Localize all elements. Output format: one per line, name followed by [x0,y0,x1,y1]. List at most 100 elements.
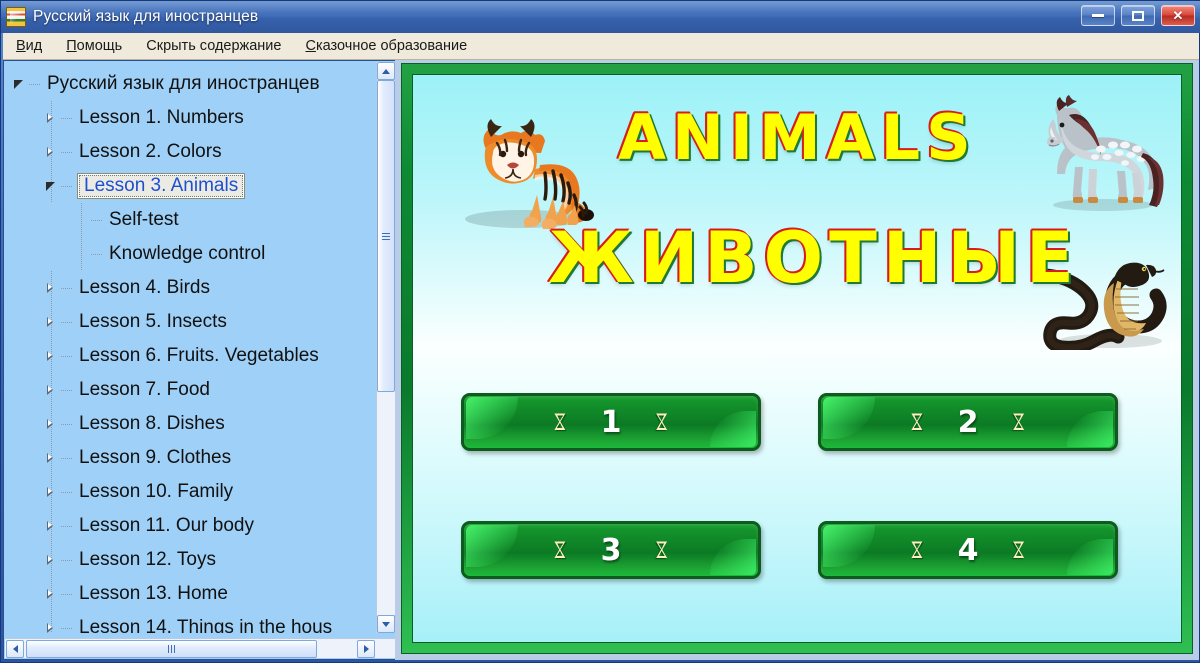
tree-horizontal-scrollbar[interactable] [5,638,395,658]
tree-node-knowledge-control[interactable]: Knowledge control [5,237,377,271]
expander-collapsed-icon[interactable] [45,486,58,499]
tree-node-lesson-4-birds[interactable]: Lesson 4. Birds [5,271,377,305]
tree-node-label: Lesson 3. Animals [77,173,246,199]
expander-collapsed-icon[interactable] [45,112,58,125]
scrollbar-thumb[interactable] [377,80,395,392]
tree-connector [61,457,73,459]
main-body: Русский язык для иностранцев Lesson 1. N… [3,60,1199,660]
chevron-up-icon [382,68,390,74]
tree-node-label: Lesson 7. Food [79,379,210,400]
minimize-button[interactable] [1081,5,1115,26]
chevron-right-icon [363,645,369,653]
lesson-part-button-4[interactable]: ೱ 4 ೱ [818,521,1118,579]
expander-collapsed-icon[interactable] [45,452,58,465]
lesson-part-button-3[interactable]: ೱ 3 ೱ [461,521,761,579]
tree-node-label: Lesson 11. Our body [79,515,254,536]
tree-node-lesson-1-numbers[interactable]: Lesson 1. Numbers [5,101,377,135]
lesson-part-button-1[interactable]: ೱ 1 ೱ [461,393,761,451]
scroll-left-button[interactable] [6,640,24,658]
tree-connector [29,83,41,85]
tree-node-lesson-3-animals[interactable]: Lesson 3. Animals [5,169,377,203]
tree-node-lesson-11-our-body[interactable]: Lesson 11. Our body [5,509,377,543]
lesson-part-button-2[interactable]: ೱ 2 ೱ [818,393,1118,451]
tree-node-label: Lesson 12. Toys [79,549,216,570]
contents-tree-panel: Русский язык для иностранцев Lesson 1. N… [3,60,395,660]
tree-node-self-test[interactable]: Self-test [5,203,377,237]
ornament-right-icon: ೱ [655,535,669,565]
expander-collapsed-icon[interactable] [45,418,58,431]
scroll-down-button[interactable] [377,615,395,633]
menu-item-fairytale-education[interactable]: Сказочное образование [302,36,470,56]
expander-collapsed-icon[interactable] [45,350,58,363]
tree-node-lesson-2-colors[interactable]: Lesson 2. Colors [5,135,377,169]
tree-connector [61,525,73,527]
tree-connector [61,355,73,357]
tree-node-lesson-7-food[interactable]: Lesson 7. Food [5,373,377,407]
book-icon [6,7,26,27]
expander-collapsed-icon[interactable] [45,384,58,397]
expander-collapsed-icon[interactable] [45,622,58,634]
ornament-left-icon: ೱ [553,407,567,437]
tree-node-root[interactable]: Русский язык для иностранцев [5,67,377,101]
maximize-button[interactable] [1121,5,1155,26]
hscrollbar-thumb[interactable] [26,640,317,658]
slide-title-russian: ЖИВОТНЫЕ [548,217,1080,299]
grip-icon [382,232,390,240]
scroll-up-button[interactable] [377,62,395,80]
expander-expanded-icon[interactable] [13,78,26,91]
button-number-label: 1 [600,404,622,440]
button-number-label: 3 [600,532,622,568]
expander-collapsed-icon[interactable] [45,554,58,567]
window-title: Русский язык для иностранцев [33,8,259,25]
close-button[interactable]: ✕ [1161,5,1195,26]
tree-node-label: Lesson 2. Colors [79,141,222,162]
tree-node-lesson-14-things-in-the-hous[interactable]: Lesson 14. Things in the hous [5,611,377,633]
tree-connector [61,321,73,323]
title-bar: Русский язык для иностранцев ✕ [1,1,1200,33]
tree-node-lesson-9-clothes[interactable]: Lesson 9. Clothes [5,441,377,475]
ornament-left-icon: ೱ [910,535,924,565]
tree-connector [61,627,73,629]
application-window: Русский язык для иностранцев ✕ Вид Помощ… [0,0,1200,663]
tree-connector [61,389,73,391]
menu-bar: Вид Помощь Скрыть содержание Сказочное о… [3,33,1199,60]
close-icon: ✕ [1172,8,1184,23]
tree-connector [61,559,73,561]
expander-collapsed-icon[interactable] [45,588,58,601]
expander-collapsed-icon[interactable] [45,316,58,329]
tree-node-label: Lesson 5. Insects [79,311,227,332]
minimize-icon [1092,14,1104,17]
expander-collapsed-icon[interactable] [45,282,58,295]
tree-node-label: Self-test [109,209,179,230]
tree-vertical-scrollbar[interactable] [376,62,395,633]
menu-item-vid[interactable]: Вид [13,36,45,56]
tree-node-lesson-6-fruits-vegetables[interactable]: Lesson 6. Fruits. Vegetables [5,339,377,373]
tree-viewport: Русский язык для иностранцев Lesson 1. N… [5,62,377,633]
tree-connector [61,287,73,289]
menu-item-hide-contents[interactable]: Скрыть содержание [143,36,284,56]
slide-canvas: ANIMALS ЖИВОТНЫЕ ೱ 1 ೱ ೱ 2 ೱ ೱ 3 ೱ ೱ 4 ೱ [412,74,1182,643]
tree-connector [61,491,73,493]
tree-connector [61,117,73,119]
expander-expanded-icon[interactable] [45,180,58,193]
expander-collapsed-icon[interactable] [45,146,58,159]
tree-node-label: Русский язык для иностранцев [47,73,320,94]
tree-node-lesson-13-home[interactable]: Lesson 13. Home [5,577,377,611]
tree-connector [61,185,73,187]
scroll-right-button[interactable] [357,640,375,658]
tree-connector [61,423,73,425]
ornament-right-icon: ೱ [655,407,669,437]
tree-node-label: Lesson 1. Numbers [79,107,244,128]
expander-collapsed-icon[interactable] [45,520,58,533]
ornament-left-icon: ೱ [910,407,924,437]
tree-node-lesson-5-insects[interactable]: Lesson 5. Insects [5,305,377,339]
menu-item-pomosch[interactable]: Помощь [63,36,125,56]
tree-node-lesson-10-family[interactable]: Lesson 10. Family [5,475,377,509]
tree-connector [61,593,73,595]
scrollbar-track[interactable] [377,80,395,615]
tree-node-lesson-12-toys[interactable]: Lesson 12. Toys [5,543,377,577]
tree-node-label: Lesson 6. Fruits. Vegetables [79,345,319,366]
tree-node-lesson-8-dishes[interactable]: Lesson 8. Dishes [5,407,377,441]
ornament-left-icon: ೱ [553,535,567,565]
